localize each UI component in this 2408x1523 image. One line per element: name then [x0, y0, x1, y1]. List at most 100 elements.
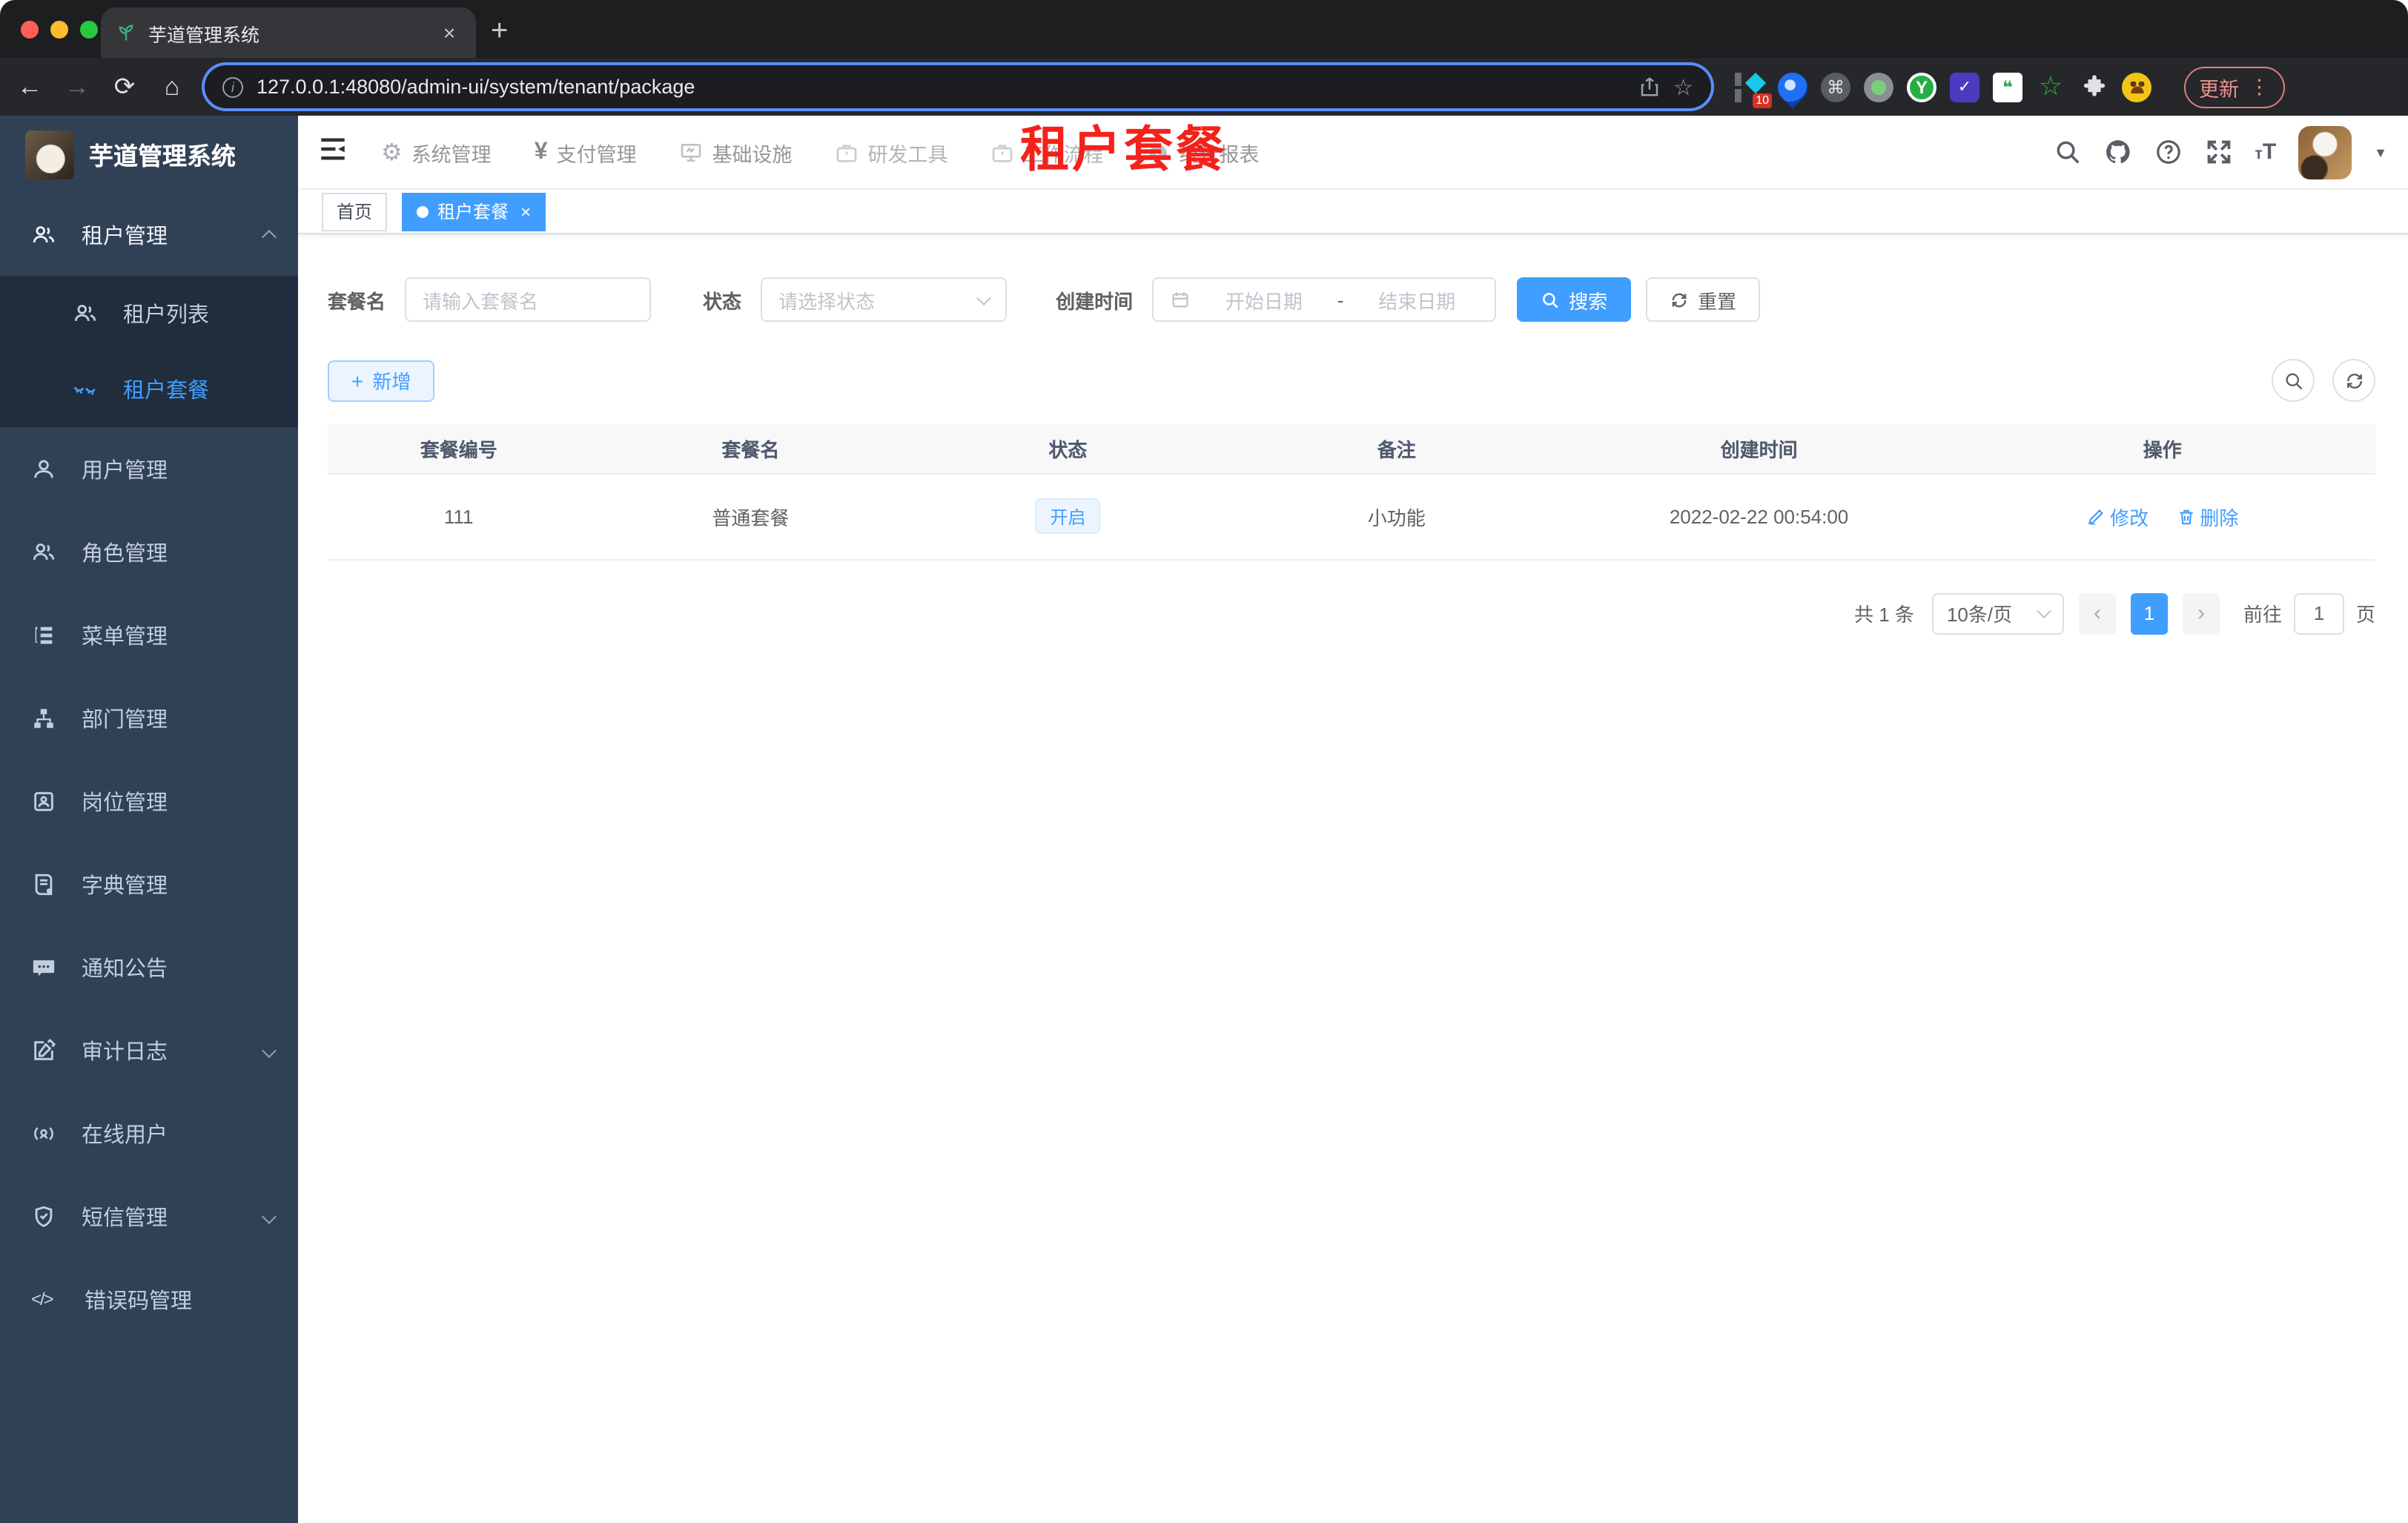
- sidebar-item-tenant-management[interactable]: 租户管理: [0, 193, 298, 276]
- delete-link[interactable]: 删除: [2176, 502, 2238, 530]
- sidebar-item-label: 租户套餐: [123, 380, 209, 403]
- home-button[interactable]: ⌂: [157, 72, 187, 102]
- search-icon[interactable]: [2054, 138, 2082, 166]
- font-size-icon[interactable]: тT: [2255, 139, 2277, 165]
- zoom-window-button[interactable]: [80, 21, 98, 39]
- avatar-caret-down-icon[interactable]: ▼: [2374, 145, 2387, 159]
- calendar-icon: [1172, 292, 1188, 308]
- sidebar-item-tenant-package[interactable]: 租户套餐: [0, 351, 298, 427]
- sidebar-item-label: 部门管理: [82, 708, 168, 732]
- sidebar-item-online-users[interactable]: 在线用户: [0, 1091, 298, 1175]
- url-bar[interactable]: i 127.0.0.1:48080/admin-ui/system/tenant…: [205, 65, 1711, 108]
- tag-close-icon[interactable]: ×: [520, 201, 531, 222]
- topnav-label: 支付管理: [556, 143, 637, 165]
- page-jump-input[interactable]: [2293, 592, 2344, 634]
- app-logo-row[interactable]: 芋道管理系统: [0, 116, 298, 193]
- app-title: 芋道管理系统: [89, 144, 236, 171]
- sidebar-item-label: 租户列表: [123, 304, 209, 328]
- date-range-picker[interactable]: 开始日期 - 结束日期: [1152, 277, 1497, 322]
- page-watermark-title: 租户套餐: [1020, 122, 1228, 176]
- topnav-item-infra[interactable]: 基础设施: [680, 137, 793, 167]
- sidebar-item-tenant-list[interactable]: 租户列表: [0, 276, 298, 351]
- extensions-puzzle-icon[interactable]: [2079, 72, 2108, 102]
- chat-bubble-icon: [33, 959, 55, 976]
- sidebar-item-error-code[interactable]: </> 错误码管理: [0, 1258, 298, 1341]
- window-controls[interactable]: [21, 21, 98, 39]
- sidebar-item-sms-management[interactable]: 短信管理: [0, 1175, 298, 1258]
- org-chart-icon: [34, 708, 53, 727]
- reset-button[interactable]: 重置: [1646, 277, 1761, 322]
- refresh-table-button[interactable]: [2332, 359, 2375, 402]
- close-window-button[interactable]: [21, 21, 39, 39]
- topnav-item-payment[interactable]: ¥ 支付管理: [535, 137, 637, 167]
- sidebar-item-notice[interactable]: 通知公告: [0, 925, 298, 1008]
- new-tab-button[interactable]: +: [491, 15, 508, 49]
- sidebar-item-label: 在线用户: [82, 1123, 168, 1147]
- sidebar-item-post-management[interactable]: 岗位管理: [0, 759, 298, 842]
- browser-update-button[interactable]: 更新 ⋮: [2184, 66, 2284, 108]
- bookmark-star-icon[interactable]: ☆: [1673, 73, 1693, 100]
- page-size-select[interactable]: 10条/页: [1931, 592, 2064, 634]
- prev-page-button[interactable]: ‹: [2078, 592, 2116, 634]
- sidebar-item-role-management[interactable]: 角色管理: [0, 510, 298, 593]
- log-edit-icon: [34, 1037, 56, 1060]
- users-icon: [74, 305, 96, 322]
- add-button[interactable]: + 新增: [328, 360, 435, 401]
- browser-menu-icon[interactable]: ⋮: [2249, 75, 2269, 99]
- start-date-placeholder: 开始日期: [1225, 290, 1303, 312]
- sidebar-item-audit-log[interactable]: 审计日志: [0, 1008, 298, 1091]
- extension-y-icon[interactable]: Y: [1907, 72, 1936, 102]
- minimize-window-button[interactable]: [50, 21, 68, 39]
- search-button[interactable]: 搜索: [1517, 277, 1632, 322]
- col-header: 操作: [1949, 424, 2375, 473]
- pagination: 共 1 条 10条/页 ‹ 1 › 前往 页: [328, 592, 2375, 634]
- back-button[interactable]: ←: [15, 72, 44, 102]
- share-icon[interactable]: [1638, 76, 1660, 98]
- table-header-row: 套餐编号 套餐名 状态 备注 创建时间 操作: [328, 424, 2375, 473]
- github-icon[interactable]: [2104, 138, 2132, 166]
- status-select[interactable]: 请选择状态: [761, 277, 1008, 322]
- search-icon: [1543, 292, 1558, 308]
- next-page-button[interactable]: ›: [2182, 592, 2220, 634]
- help-icon[interactable]: [2154, 138, 2183, 166]
- extension-drop-icon[interactable]: [1771, 65, 1814, 108]
- extension-blocks-icon[interactable]: 10: [1735, 71, 1772, 108]
- tab-close-icon[interactable]: ×: [437, 21, 461, 44]
- forward-button[interactable]: →: [62, 72, 92, 102]
- sidebar-item-dict-management[interactable]: 字典管理: [0, 842, 298, 925]
- topnav-item-system[interactable]: ⚙ 系统管理: [381, 137, 492, 167]
- badge-icon: [34, 791, 53, 810]
- topnav-item-devtools[interactable]: 研发工具: [836, 137, 948, 167]
- sidebar-item-label: 通知公告: [82, 957, 168, 981]
- tag-tenant-package[interactable]: 租户套餐 ×: [402, 192, 546, 231]
- show-search-button[interactable]: [2272, 359, 2315, 402]
- table-row[interactable]: 111 普通套餐 开启 小功能 2022-02-22 00:54:00 修改 删…: [328, 473, 2375, 560]
- site-info-icon[interactable]: i: [222, 76, 243, 97]
- sidebar-item-user-management[interactable]: 用户管理: [0, 427, 298, 510]
- placeholder-text: 请选择状态: [778, 290, 876, 312]
- sidebar-item-label: 租户管理: [82, 225, 168, 248]
- edit-link[interactable]: 修改: [2086, 502, 2149, 530]
- extension-command-icon[interactable]: ⌘: [1821, 72, 1850, 102]
- extension-shield-icon[interactable]: ✓: [1950, 72, 1979, 102]
- browser-tab[interactable]: 芋道管理系统 ×: [101, 7, 476, 58]
- range-separator: -: [1337, 288, 1344, 311]
- extension-emoji-icon[interactable]: [2122, 72, 2151, 102]
- page-number-1[interactable]: 1: [2130, 592, 2168, 634]
- package-name-input[interactable]: 请输入套餐名: [405, 277, 652, 322]
- tag-home[interactable]: 首页: [322, 192, 388, 231]
- reload-button[interactable]: ⟳: [110, 72, 139, 102]
- screen: 芋道管理系统 × + ← → ⟳ ⌂ i 127.0.0.1:48080/adm…: [0, 0, 2408, 1523]
- extension-star-icon[interactable]: ☆: [2036, 71, 2065, 102]
- extension-chat-icon[interactable]: ❝: [1993, 72, 2022, 102]
- topnav-label: 基础设施: [712, 143, 793, 165]
- shield-check-icon: [35, 1205, 53, 1227]
- sidebar-item-menu-management[interactable]: 菜单管理: [0, 593, 298, 676]
- sidebar-item-dept-management[interactable]: 部门管理: [0, 676, 298, 759]
- sidebar-collapse-button[interactable]: [317, 133, 348, 171]
- user-avatar[interactable]: [2298, 125, 2352, 179]
- url-text[interactable]: 127.0.0.1:48080/admin-ui/system/tenant/p…: [257, 76, 1624, 98]
- extension-dot-icon[interactable]: [1864, 72, 1893, 102]
- fullscreen-icon[interactable]: [2205, 138, 2233, 166]
- jump-suffix: 页: [2355, 604, 2375, 626]
